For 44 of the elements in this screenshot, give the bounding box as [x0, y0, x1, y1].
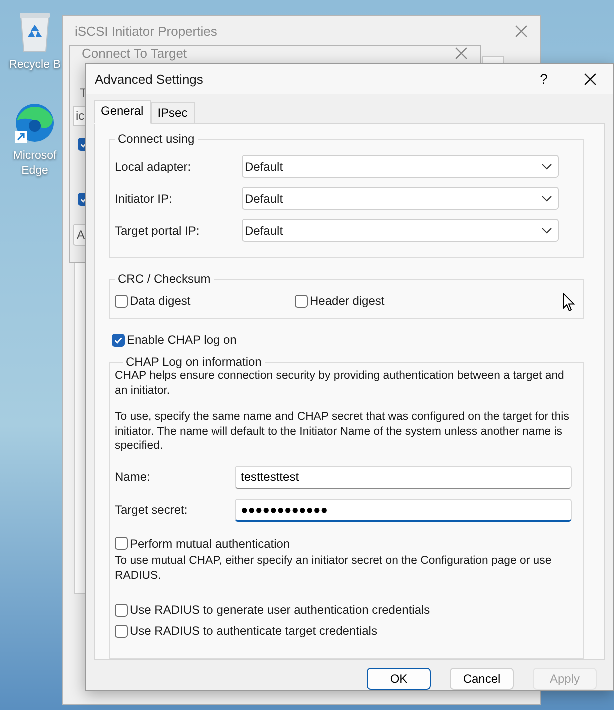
checkbox-label: Data digest: [130, 294, 191, 308]
checkbox[interactable]: [115, 624, 128, 638]
group-title: CHAP Log on information: [125, 355, 263, 369]
group-title: Connect using: [117, 132, 196, 146]
chevron-down-icon: [542, 164, 552, 170]
field-label: Name:: [115, 470, 152, 484]
dropdown[interactable]: Default: [242, 187, 559, 210]
close-icon[interactable]: [515, 24, 528, 38]
field-label: Target portal IP:: [115, 224, 201, 238]
input-field[interactable]: testtesttest: [235, 466, 572, 489]
dialog-button[interactable]: OK: [367, 668, 431, 690]
checkbox[interactable]: [115, 537, 128, 550]
close-icon[interactable]: [455, 47, 468, 60]
input-field[interactable]: ●●●●●●●●●●●●: [235, 498, 572, 522]
field-label: Initiator IP:: [115, 192, 174, 206]
checkbox-label: Enable CHAP log on: [127, 333, 237, 347]
window-title: iSCSI Initiator Properties: [75, 24, 218, 38]
checkbox[interactable]: [295, 294, 308, 308]
field-label: Target secret:: [115, 503, 189, 518]
dropdown[interactable]: Default: [242, 155, 559, 178]
description-text: CHAP helps ensure connection security by providing authentication between a target and an initiator.: [115, 369, 566, 398]
tab[interactable]: General: [94, 100, 151, 124]
chevron-down-icon: [542, 228, 552, 234]
mouse-pointer-icon: [563, 293, 575, 312]
close-icon: [584, 72, 596, 86]
checkbox[interactable]: [115, 604, 128, 617]
checkbox-label: Perform mutual authentication: [130, 536, 290, 551]
checkbox-label: Use RADIUS to authenticate target credentials: [130, 624, 378, 638]
dialog-title: Advanced Settings: [95, 72, 204, 86]
dialog-button[interactable]: Cancel: [450, 668, 514, 690]
description-text: To use mutual CHAP, either specify an initiator secret on the Configuration page or use RADIUS.: [115, 554, 553, 584]
tab[interactable]: IPsec: [150, 102, 195, 124]
checkbox-label: Use RADIUS to generate user authentication credentials: [130, 603, 430, 618]
checkbox[interactable]: [115, 294, 128, 308]
checkmark-icon: [113, 334, 124, 346]
dropdown[interactable]: Default: [242, 219, 559, 242]
group-title: CRC / Checksum: [117, 272, 212, 286]
description-text: To use, specify the same name and CHAP secret that was configured on the target for this initiator. The name will default to the Initiator Name of the system unless another name is specified.: [115, 410, 570, 454]
field-label: Local adapter:: [115, 160, 192, 174]
checkbox[interactable]: [112, 334, 125, 346]
chevron-down-icon: [542, 196, 552, 202]
help-button[interactable]: ?: [521, 64, 567, 94]
window-title: Connect To Target: [82, 47, 188, 61]
checkbox-label: Header digest: [310, 294, 385, 308]
